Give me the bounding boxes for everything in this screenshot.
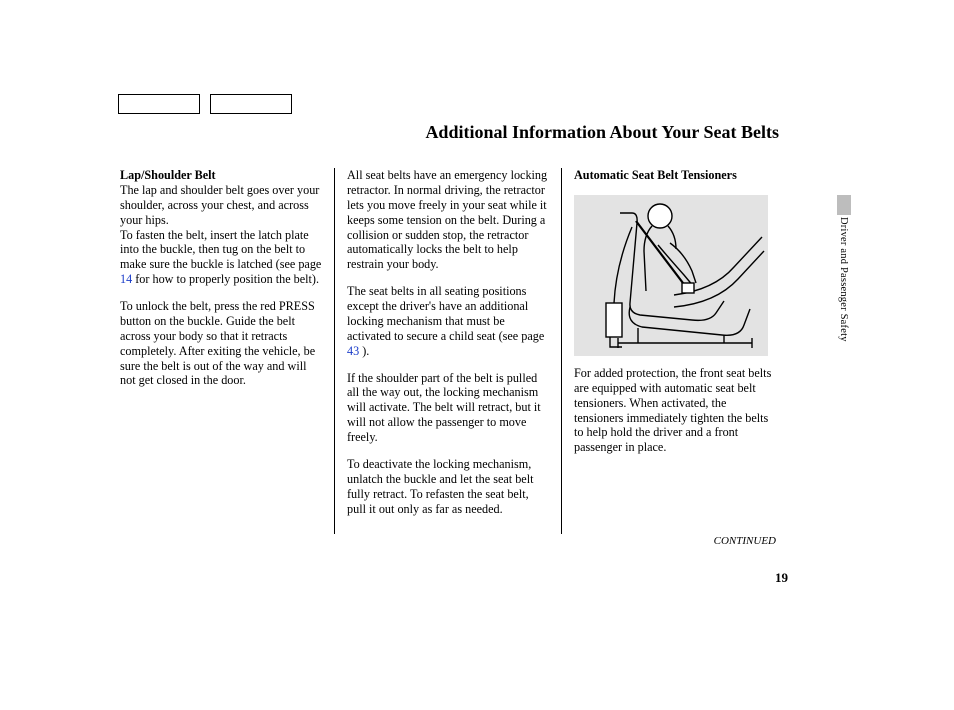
continued-label: CONTINUED [714, 535, 776, 547]
tab-box-1[interactable] [118, 94, 200, 114]
content-columns: Lap/Shoulder Belt The lap and shoulder b… [120, 168, 788, 534]
col1-p1: The lap and shoulder belt goes over your… [120, 183, 319, 227]
column-separator-2 [561, 168, 562, 534]
side-tab-label: Driver and Passenger Safety [838, 217, 849, 342]
page-title: Additional Information About Your Seat B… [425, 122, 779, 143]
col1-p2: To fasten the belt, insert the latch pla… [120, 228, 322, 288]
seat-belt-tensioner-illustration [574, 195, 768, 356]
col2-p4: To deactivate the locking mechanism, unl… [347, 457, 549, 517]
page-link-14[interactable]: 14 [120, 272, 132, 286]
lap-shoulder-heading: Lap/Shoulder Belt [120, 168, 216, 182]
col2-p2: The seat belts in all seating positions … [347, 284, 549, 358]
column-3: Automatic Seat Belt Tensioners [574, 168, 788, 534]
col1-p3: To unlock the belt, press the red PRESS … [120, 299, 322, 388]
col2-p2a: The seat belts in all seating positions … [347, 284, 544, 343]
col1-p2a: To fasten the belt, insert the latch pla… [120, 228, 321, 272]
tab-box-2[interactable] [210, 94, 292, 114]
column-separator-1 [334, 168, 335, 534]
top-tab-row [118, 94, 292, 114]
side-tab-marker [837, 195, 851, 215]
column-1: Lap/Shoulder Belt The lap and shoulder b… [120, 168, 334, 534]
col2-p2b: ). [359, 344, 369, 358]
col2-p1: All seat belts have an emergency locking… [347, 168, 549, 272]
seat-belt-tensioner-icon [574, 195, 768, 356]
column-2: All seat belts have an emergency locking… [347, 168, 561, 534]
side-tab: Driver and Passenger Safety [838, 195, 850, 370]
tensioners-heading: Automatic Seat Belt Tensioners [574, 168, 776, 183]
page-link-43[interactable]: 43 [347, 344, 359, 358]
col2-p3: If the shoulder part of the belt is pull… [347, 371, 549, 445]
col3-p1: For added protection, the front seat bel… [574, 366, 776, 455]
page-number: 19 [775, 570, 788, 586]
col1-p2b: for how to properly position the belt). [132, 272, 319, 286]
